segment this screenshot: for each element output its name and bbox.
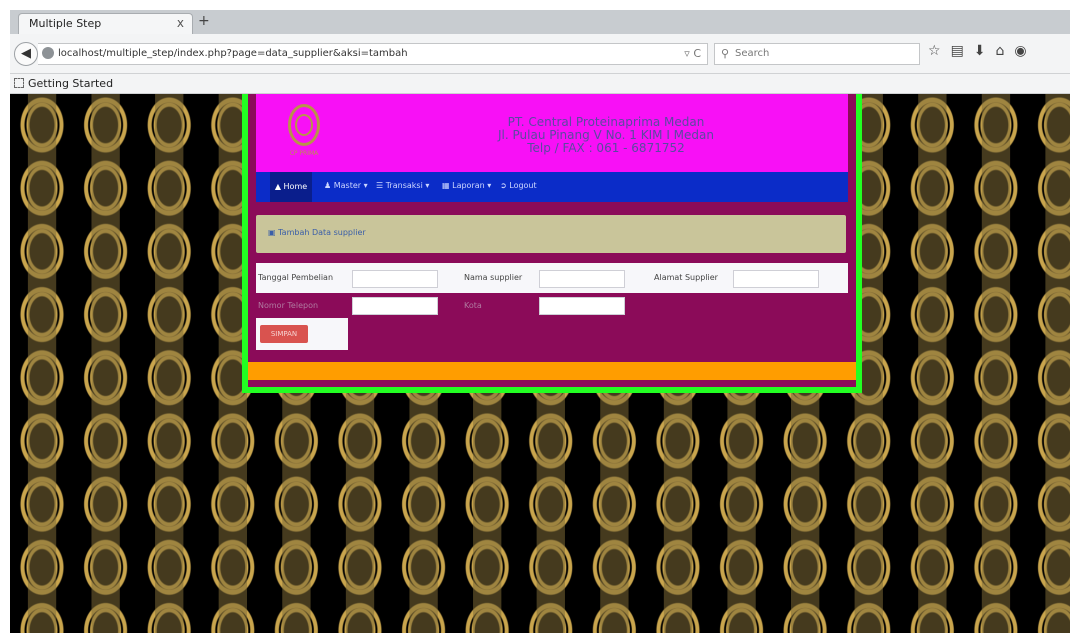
button-area: SIMPAN <box>256 318 348 350</box>
toolbar-icons: ☆ ▤ ⬇ ⌂ ◉ <box>928 43 1027 65</box>
company-phone: Telp / FAX : 061 - 6871752 <box>527 141 685 155</box>
reading-list-icon[interactable]: ▤ <box>951 43 964 65</box>
menu-home-label: Home <box>283 182 308 191</box>
panel-heading: ▣ Tambah Data supplier <box>256 215 846 253</box>
main-menu: ▲ Home ♟ Master ▾ ☰ Transaksi ▾ ▦ Lapora… <box>256 172 848 202</box>
save-icon: ▣ <box>268 228 276 237</box>
label-kota: Kota <box>464 301 482 310</box>
label-nomor-telepon: Nomor Telepon <box>258 301 319 310</box>
chat-icon[interactable]: ◉ <box>1014 43 1026 65</box>
input-nama-supplier[interactable] <box>539 270 625 288</box>
list-icon: ☰ <box>376 181 384 190</box>
close-tab-icon[interactable]: x <box>177 16 184 30</box>
app-header: CP PRIMA PT. Central Proteinaprima Medan… <box>256 94 848 172</box>
search-icon: ⚲ <box>721 47 730 60</box>
new-tab-button[interactable]: + <box>198 13 210 29</box>
home-icon[interactable]: ⌂ <box>996 43 1005 65</box>
navigation-bar: localhost/multiple_step/index.php?page=d… <box>10 34 1070 74</box>
form-row-1: Tanggal Pembelian Nama supplier Alamat S… <box>256 263 848 293</box>
input-alamat-supplier[interactable] <box>733 270 819 288</box>
browser-tab[interactable]: Multiple Step x <box>18 13 193 34</box>
search-box[interactable]: ⚲ Search <box>714 43 920 65</box>
bookmark-icon <box>14 78 24 88</box>
panel-title-text: Tambah Data supplier <box>278 228 366 237</box>
home-menu-icon: ▲ <box>274 182 281 191</box>
menu-transaksi-label: Transaksi ▾ <box>385 181 430 190</box>
menu-master[interactable]: ♟ Master ▾ <box>324 181 368 190</box>
menu-logout[interactable]: ➲ Logout <box>500 181 537 190</box>
input-kota[interactable] <box>539 297 625 315</box>
menu-master-label: Master ▾ <box>333 181 368 190</box>
menu-home[interactable]: ▲ Home <box>270 172 312 202</box>
menu-laporan-label: Laporan ▾ <box>452 181 492 190</box>
input-tanggal-pembelian[interactable] <box>352 270 438 288</box>
menu-logout-label: Logout <box>509 181 537 190</box>
label-nama-supplier: Nama supplier <box>464 273 523 282</box>
menu-transaksi[interactable]: ☰ Transaksi ▾ <box>376 181 429 190</box>
report-icon: ▦ <box>442 181 450 190</box>
bookmark-star-icon[interactable]: ☆ <box>928 43 941 65</box>
tab-strip: Multiple Step x + <box>10 10 1070 34</box>
logo-mark <box>295 114 313 136</box>
tab-title: Multiple Step <box>29 17 102 30</box>
logo-caption: CP PRIMA <box>289 150 319 157</box>
download-icon[interactable]: ⬇ <box>974 43 986 65</box>
back-button[interactable]: ◀ <box>14 42 38 66</box>
label-alamat-supplier: Alamat Supplier <box>654 273 718 282</box>
page-viewport: CP PRIMA PT. Central Proteinaprima Medan… <box>10 94 1070 633</box>
company-logo: CP PRIMA <box>284 104 324 158</box>
company-info: PT. Central Proteinaprima Medan Jl. Pula… <box>416 116 796 155</box>
input-nomor-telepon[interactable] <box>352 297 438 315</box>
user-icon: ♟ <box>324 181 332 190</box>
browser-window: Multiple Step x + localhost/multiple_ste… <box>10 10 1070 633</box>
simpan-button[interactable]: SIMPAN <box>260 325 308 343</box>
logout-icon: ➲ <box>500 181 507 190</box>
url-text: localhost/multiple_step/index.php?page=d… <box>58 48 408 59</box>
app-container: CP PRIMA PT. Central Proteinaprima Medan… <box>242 94 862 393</box>
reload-icon[interactable]: ▿ C <box>684 47 701 60</box>
label-tanggal-pembelian: Tanggal Pembelian <box>258 273 334 282</box>
address-bar[interactable]: localhost/multiple_step/index.php?page=d… <box>38 43 708 65</box>
bookmarks-toolbar: Getting Started <box>10 74 1070 94</box>
search-placeholder: Search <box>735 48 770 59</box>
footer-bar <box>248 362 856 380</box>
site-info-icon[interactable] <box>42 47 54 59</box>
panel-title: ▣ Tambah Data supplier <box>268 228 366 237</box>
bookmark-getting-started[interactable]: Getting Started <box>28 77 113 90</box>
menu-laporan[interactable]: ▦ Laporan ▾ <box>442 181 491 190</box>
